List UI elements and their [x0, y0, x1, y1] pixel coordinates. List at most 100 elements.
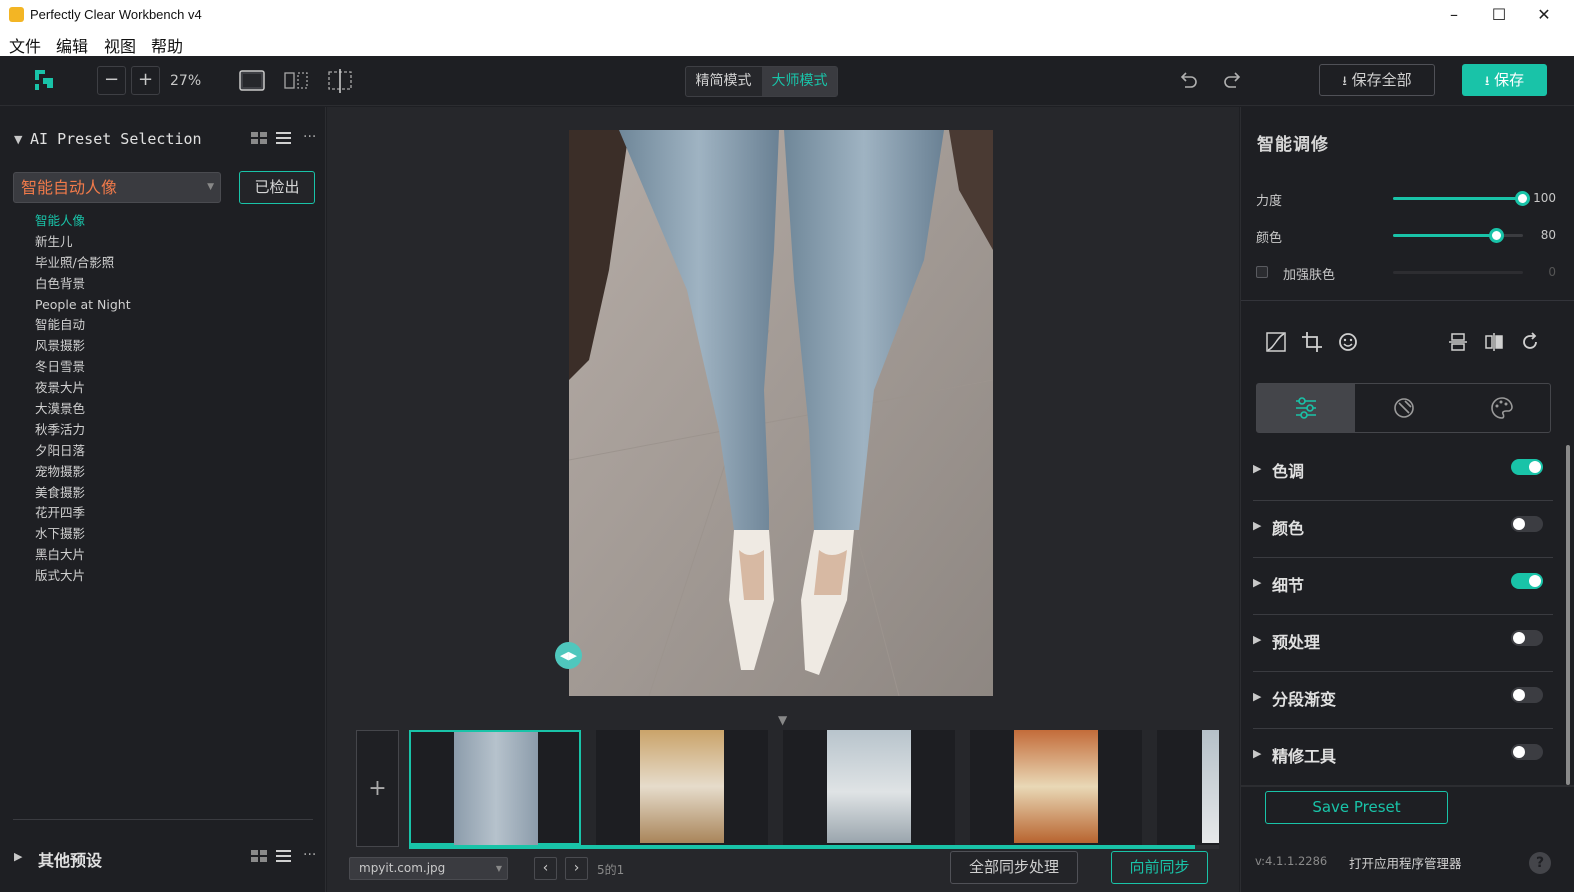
slider-knob[interactable] [1489, 228, 1504, 243]
close-button[interactable]: ✕ [1521, 0, 1567, 30]
previous-image-button[interactable]: ‹ [534, 857, 557, 880]
menu-file[interactable]: 文件 [9, 33, 41, 57]
preset-item[interactable]: 新生儿 [35, 232, 131, 253]
enhance-skin-slider[interactable] [1393, 271, 1523, 274]
preset-item[interactable]: 白色背景 [35, 274, 131, 295]
section-row[interactable]: ▶ 预处理 [1241, 615, 1561, 672]
filmstrip-progress [409, 845, 1219, 849]
thumbnail-2[interactable] [596, 730, 768, 845]
undo-icon[interactable] [1178, 70, 1198, 90]
toggle-knob [1513, 689, 1525, 701]
section-toggle[interactable] [1511, 573, 1543, 589]
section-row[interactable]: ▶ 颜色 [1241, 501, 1561, 558]
menu-edit[interactable]: 编辑 [56, 33, 88, 57]
collapse-arrow-icon[interactable]: ▼ [14, 133, 22, 146]
help-icon[interactable]: ? [1529, 852, 1551, 874]
section-label: 精修工具 [1272, 747, 1337, 766]
expand-arrow-icon[interactable]: ▶ [1253, 690, 1261, 703]
side-by-side-view-icon[interactable] [284, 71, 308, 90]
section-toggle[interactable] [1511, 516, 1543, 532]
sliders-tab[interactable] [1257, 384, 1355, 432]
redo-icon[interactable] [1223, 70, 1243, 90]
save-all-button[interactable]: ⭳ 保存全部 [1319, 64, 1435, 96]
thumbnail-1[interactable] [409, 730, 581, 845]
sync-forward-button[interactable]: 向前同步 [1111, 851, 1208, 884]
more-options-icon[interactable]: ··· [303, 847, 316, 863]
face-icon[interactable] [1336, 330, 1360, 354]
flip-vertical-icon[interactable] [1446, 330, 1470, 354]
section-toggle[interactable] [1511, 459, 1543, 475]
save-preset-button[interactable]: Save Preset [1265, 791, 1448, 824]
split-handle-icon[interactable]: ◀▶ [555, 642, 582, 669]
expand-arrow-icon[interactable]: ▶ [14, 850, 22, 863]
preset-item[interactable]: 毕业照/合影照 [35, 253, 131, 274]
section-toggle[interactable] [1511, 630, 1543, 646]
thumbnail-4[interactable] [970, 730, 1142, 845]
strength-slider[interactable] [1393, 191, 1530, 206]
preset-item[interactable]: 秋季活力 [35, 420, 131, 441]
enhance-skin-checkbox[interactable] [1256, 266, 1268, 278]
save-button[interactable]: ⭳ 保存 [1462, 64, 1547, 96]
next-image-button[interactable]: › [565, 857, 588, 880]
section-toggle[interactable] [1511, 687, 1543, 703]
preset-item[interactable]: 大漠景色 [35, 399, 131, 420]
expand-arrow-icon[interactable]: ▶ [1253, 462, 1261, 475]
magic-globe-icon [1394, 398, 1414, 418]
split-view-icon[interactable] [327, 69, 353, 93]
preset-item[interactable]: People at Night [35, 295, 131, 316]
zoom-in-button[interactable]: + [131, 66, 160, 95]
sync-all-button[interactable]: 全部同步处理 [950, 851, 1078, 884]
preset-item[interactable]: 风景摄影 [35, 336, 131, 357]
filmstrip-collapse-icon[interactable]: ▼ [778, 713, 787, 727]
preset-item[interactable]: 宠物摄影 [35, 462, 131, 483]
preset-item[interactable]: 智能自动 [35, 315, 131, 336]
menu-help[interactable]: 帮助 [151, 33, 183, 57]
section-row[interactable]: ▶ 分段渐变 [1241, 672, 1561, 729]
section-row[interactable]: ▶ 色调 [1241, 444, 1561, 501]
preset-dropdown[interactable]: 智能自动人像 ▼ [13, 172, 221, 203]
grid-view-icon[interactable] [251, 132, 267, 144]
effects-tab[interactable] [1355, 384, 1453, 432]
palette-tab[interactable] [1453, 384, 1550, 432]
list-view-icon[interactable] [276, 132, 291, 144]
rotate-icon[interactable] [1518, 330, 1542, 354]
preset-item[interactable]: 夜景大片 [35, 378, 131, 399]
grid-view-icon[interactable] [251, 850, 267, 862]
detected-button[interactable]: 已检出 [239, 171, 315, 204]
crop-icon[interactable] [1300, 330, 1324, 354]
preset-item[interactable]: 夕阳日落 [35, 441, 131, 462]
expand-arrow-icon[interactable]: ▶ [1253, 633, 1261, 646]
curves-icon[interactable] [1264, 330, 1288, 354]
color-slider[interactable] [1393, 228, 1523, 243]
flip-horizontal-icon[interactable] [1482, 330, 1506, 354]
mode-simple-button[interactable]: 精简模式 [686, 67, 761, 96]
open-app-manager-link[interactable]: 打开应用程序管理器 [1349, 853, 1462, 872]
preset-item[interactable]: 水下摄影 [35, 524, 131, 545]
preset-item[interactable]: 智能人像 [35, 211, 131, 232]
more-options-icon[interactable]: ··· [303, 129, 316, 145]
section-row[interactable]: ▶ 细节 [1241, 558, 1561, 615]
single-view-icon[interactable] [239, 70, 265, 91]
mode-master-button[interactable]: 大师模式 [762, 67, 837, 96]
scrollbar[interactable] [1566, 445, 1570, 785]
preset-item[interactable]: 花开四季 [35, 503, 131, 524]
maximize-button[interactable]: ☐ [1476, 0, 1522, 30]
preset-item[interactable]: 美食摄影 [35, 483, 131, 504]
preset-item[interactable]: 黑白大片 [35, 545, 131, 566]
expand-arrow-icon[interactable]: ▶ [1253, 519, 1261, 532]
minimize-button[interactable]: – [1431, 0, 1477, 30]
expand-arrow-icon[interactable]: ▶ [1253, 747, 1261, 760]
section-label: 分段渐变 [1272, 690, 1337, 709]
file-dropdown[interactable]: mpyit.com.jpg ▼ [349, 857, 508, 880]
thumbnail-5[interactable] [1157, 730, 1219, 845]
section-row[interactable]: ▶ 精修工具 [1241, 729, 1561, 786]
menu-view[interactable]: 视图 [104, 33, 136, 57]
preset-item[interactable]: 版式大片 [35, 566, 131, 587]
zoom-out-button[interactable]: − [97, 66, 126, 95]
expand-arrow-icon[interactable]: ▶ [1253, 576, 1261, 589]
list-view-icon[interactable] [276, 850, 291, 862]
section-toggle[interactable] [1511, 744, 1543, 760]
add-image-button[interactable]: + [356, 730, 399, 847]
thumbnail-3[interactable] [783, 730, 955, 845]
preset-item[interactable]: 冬日雪景 [35, 357, 131, 378]
